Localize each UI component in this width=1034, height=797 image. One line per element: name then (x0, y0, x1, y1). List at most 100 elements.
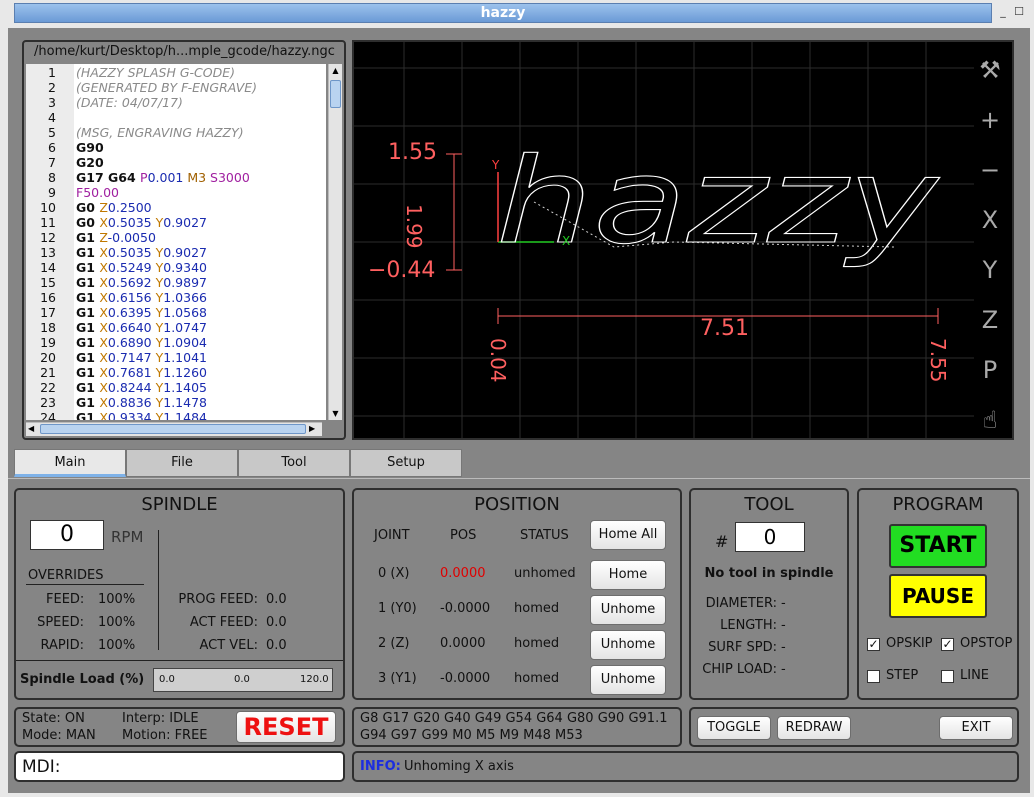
prog-feed-label: PROG FEED: (178, 592, 258, 607)
code-token: (MSG, ENGRAVING HAZZY) (76, 125, 244, 140)
settings-tools-icon[interactable]: ⚒ (972, 52, 1008, 88)
opstop-checkbox[interactable]: ✓ (941, 638, 954, 651)
tab-file[interactable]: File (126, 449, 238, 477)
code-line[interactable]: 12 G1 Z-0.0050 (26, 230, 156, 245)
code-line[interactable]: 18 G1 X0.6640 Y1.0747 (26, 320, 207, 335)
mdi-input[interactable]: MDI: (14, 751, 345, 782)
code-line[interactable]: 7 G20 (26, 155, 104, 170)
line-number: 17 (40, 305, 56, 320)
tool-number-field[interactable]: 0 (735, 522, 805, 552)
line-number: 8 (48, 170, 56, 185)
code-token: (HAZZY SPLASH G-CODE) (76, 65, 236, 80)
pan-hand-icon[interactable]: ☝ (972, 402, 1008, 438)
tab-main[interactable]: Main (14, 449, 126, 477)
joint-home-button[interactable]: Unhome (590, 595, 666, 625)
code-token: 1.1405 (163, 380, 207, 395)
step-label: STEP (886, 668, 919, 683)
scroll-left-icon[interactable]: ◀ (28, 423, 39, 435)
scroll-right-icon[interactable]: ▶ (309, 423, 320, 435)
code-text: G90 (76, 140, 104, 155)
horizontal-scrollbar[interactable]: ◀ ▶ (26, 422, 322, 436)
line-checkbox[interactable] (941, 670, 954, 683)
code-line[interactable]: 11 G0 X0.5035 Y0.9027 (26, 215, 207, 230)
gcode-text-area[interactable]: 1 (HAZZY SPLASH G-CODE) 2 (GENERATED BY F-E… (26, 64, 326, 420)
code-token: X (99, 350, 108, 365)
rpm-unit: RPM (111, 528, 144, 546)
code-line[interactable]: 9 F50.00 (26, 185, 119, 200)
toolpath-preview[interactable]: hazzy 1.55 1.99 −0.44 7.51 0.04 7.55 Y X… (352, 40, 1014, 440)
code-line[interactable]: 15 G1 X0.5692 Y0.9897 (26, 275, 207, 290)
zoom-out-icon[interactable]: − (972, 152, 1008, 188)
view-z-icon[interactable]: Z (972, 302, 1008, 338)
tool-field-label: SURF SPD: (708, 640, 777, 655)
joint-home-button[interactable]: Unhome (590, 630, 666, 660)
tab-setup[interactable]: Setup (350, 449, 462, 477)
code-line[interactable]: 8 G17 G64 P0.001 M3 S3000 (26, 170, 250, 185)
vertical-scroll-thumb[interactable] (330, 80, 341, 108)
line-number: 1 (48, 65, 56, 80)
joint-status: homed (514, 601, 560, 616)
code-line[interactable]: 3 (DATE: 04/07/17) (26, 95, 183, 110)
horizontal-scroll-thumb[interactable] (40, 424, 306, 434)
maximize-icon[interactable]: ☐ (1012, 3, 1026, 23)
code-token: Z (99, 230, 108, 245)
override-rapid-value[interactable]: 100% (98, 638, 135, 653)
code-line[interactable]: 22 G1 X0.8244 Y1.1405 (26, 380, 207, 395)
override-speed-value[interactable]: 100% (98, 615, 135, 630)
titlebar-bar[interactable]: hazzy (14, 3, 992, 23)
code-text: G1 X0.7681 Y1.1260 (76, 365, 207, 380)
code-text: G0 X0.5035 Y0.9027 (76, 215, 207, 230)
line-number: 16 (40, 290, 56, 305)
code-text: G17 G64 P0.001 M3 S3000 (76, 170, 250, 185)
tab-tool[interactable]: Tool (238, 449, 350, 477)
view-p-icon[interactable]: P (972, 352, 1008, 388)
code-line[interactable]: 21 G1 X0.7681 Y1.1260 (26, 365, 207, 380)
opskip-checkbox[interactable]: ✓ (867, 638, 880, 651)
spindle-load-bar: 0.0 0.0 120.0 (153, 668, 333, 692)
step-checkbox[interactable] (867, 670, 880, 683)
code-token: X (99, 305, 108, 320)
code-line[interactable]: 1 (HAZZY SPLASH G-CODE) (26, 65, 235, 80)
exit-button[interactable]: EXIT (939, 716, 1013, 740)
override-feed-value[interactable]: 100% (98, 592, 135, 607)
minimize-icon[interactable]: _ (996, 3, 1010, 23)
code-line[interactable]: 14 G1 X0.5249 Y0.9340 (26, 260, 207, 275)
reset-button[interactable]: RESET (236, 711, 336, 743)
line-number: 22 (40, 380, 56, 395)
code-token: 0.9027 (163, 245, 207, 260)
code-line[interactable]: 16 G1 X0.6156 Y1.0366 (26, 290, 207, 305)
code-line[interactable]: 4 (26, 110, 56, 125)
code-line[interactable]: 6 G90 (26, 140, 104, 155)
code-token: G0 (76, 215, 100, 230)
redraw-button[interactable]: REDRAW (777, 716, 851, 740)
code-token: 0.5692 (107, 275, 156, 290)
code-text: G1 X0.6890 Y1.0904 (76, 335, 207, 350)
code-line[interactable]: 23 G1 X0.8836 Y1.1478 (26, 395, 207, 410)
pause-button[interactable]: PAUSE (889, 574, 987, 618)
window-titlebar: hazzy _ ☐ (0, 0, 1034, 26)
line-number: 4 (48, 110, 56, 125)
joint-home-button[interactable]: Home (590, 560, 666, 590)
joint-home-button[interactable]: Unhome (590, 665, 666, 695)
code-token: X (99, 215, 108, 230)
code-line[interactable]: 5 (MSG, ENGRAVING HAZZY) (26, 125, 244, 140)
joint-position: 0.0000 (440, 566, 486, 581)
code-line[interactable]: 24 G1 X0.9334 Y1.1484 (26, 410, 207, 420)
home-all-button[interactable]: Home All (590, 520, 666, 550)
view-x-icon[interactable]: X (972, 202, 1008, 238)
toggle-button[interactable]: TOGGLE (697, 716, 771, 740)
code-line[interactable]: 2 (GENERATED BY F-ENGRAVE) (26, 80, 257, 95)
zoom-in-icon[interactable]: + (972, 102, 1008, 138)
vertical-scrollbar[interactable]: ▲ ▼ (328, 64, 342, 420)
window-title: hazzy (480, 5, 526, 21)
view-y-icon[interactable]: Y (972, 252, 1008, 288)
code-line[interactable]: 20 G1 X0.7147 Y1.1041 (26, 350, 207, 365)
scroll-down-icon[interactable]: ▼ (330, 408, 341, 419)
scroll-up-icon[interactable]: ▲ (330, 65, 341, 76)
code-line[interactable]: 10 G0 Z0.2500 (26, 200, 152, 215)
engraved-text: hazzy (496, 132, 941, 270)
start-button[interactable]: START (889, 524, 987, 568)
code-line[interactable]: 13 G1 X0.5035 Y0.9027 (26, 245, 207, 260)
code-line[interactable]: 17 G1 X0.6395 Y1.0568 (26, 305, 207, 320)
code-line[interactable]: 19 G1 X0.6890 Y1.0904 (26, 335, 207, 350)
